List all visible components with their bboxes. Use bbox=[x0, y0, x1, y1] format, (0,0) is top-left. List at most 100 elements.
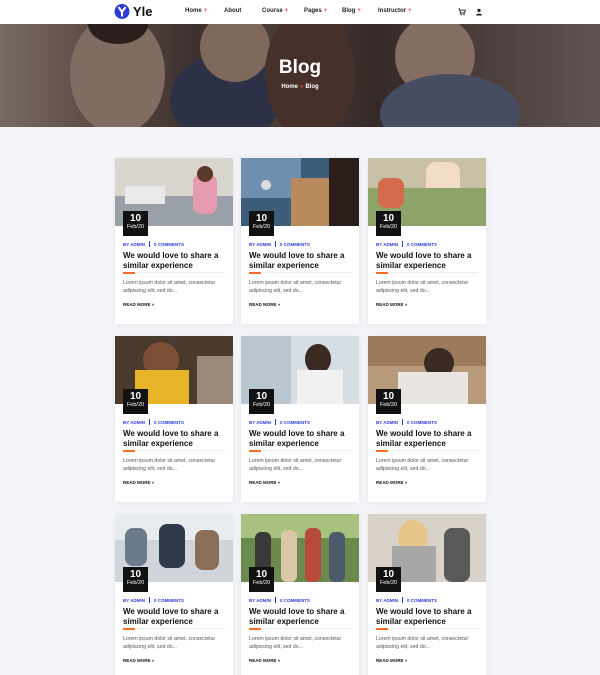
post-image bbox=[305, 528, 321, 582]
user-icon[interactable] bbox=[475, 8, 483, 16]
date-month: Feb/20 bbox=[252, 402, 271, 408]
title-accent bbox=[376, 272, 388, 274]
post-comments[interactable]: 0 COMMENTS bbox=[407, 420, 437, 425]
plus-icon: + bbox=[284, 8, 289, 14]
title-accent bbox=[249, 450, 261, 452]
read-more-link[interactable]: READ MORE » bbox=[123, 658, 154, 663]
date-badge: 10 Feb/20 bbox=[123, 567, 148, 592]
post-image bbox=[329, 158, 359, 226]
post-excerpt: Lorem ipsum dolor sit amet, consectetur … bbox=[376, 636, 469, 650]
post-image bbox=[329, 532, 345, 582]
post-meta: BY ADMIN 0 COMMENTS bbox=[123, 241, 184, 247]
post-author[interactable]: BY ADMIN bbox=[123, 598, 145, 603]
logo[interactable]: Yle bbox=[114, 3, 153, 20]
blog-card: 10 Feb/20 BY ADMIN 0 COMMENTS We would lov… bbox=[115, 336, 233, 502]
post-comments[interactable]: 0 COMMENTS bbox=[407, 598, 437, 603]
date-month: Feb/20 bbox=[126, 580, 145, 586]
post-comments[interactable]: 0 COMMENTS bbox=[280, 242, 310, 247]
nav-blog[interactable]: Blog + bbox=[342, 8, 361, 14]
breadcrumb-current: Blog bbox=[305, 84, 319, 90]
date-month: Feb/20 bbox=[252, 224, 271, 230]
post-author[interactable]: BY ADMIN bbox=[123, 242, 145, 247]
date-badge: 10 Feb/20 bbox=[123, 389, 148, 414]
post-image bbox=[444, 528, 470, 582]
date-badge: 10 Feb/20 bbox=[249, 567, 274, 592]
post-comments[interactable]: 0 COMMENTS bbox=[407, 242, 437, 247]
meta-divider bbox=[149, 241, 151, 247]
post-author[interactable]: BY ADMIN bbox=[123, 420, 145, 425]
date-day: 10 bbox=[129, 569, 142, 580]
post-image bbox=[195, 530, 219, 570]
post-comments[interactable]: 0 COMMENTS bbox=[154, 598, 184, 603]
post-image bbox=[125, 186, 165, 204]
post-excerpt: Lorem ipsum dolor sit amet, consectetur … bbox=[123, 636, 216, 650]
title-accent bbox=[123, 450, 135, 452]
date-day: 10 bbox=[129, 213, 142, 224]
nav-pages[interactable]: Pages + bbox=[304, 8, 327, 14]
post-title[interactable]: We would love to share a similar experie… bbox=[123, 607, 225, 626]
post-title[interactable]: We would love to share a similar experie… bbox=[249, 251, 351, 270]
post-title[interactable]: We would love to share a similar experie… bbox=[249, 429, 351, 448]
read-more-link[interactable]: READ MORE » bbox=[249, 302, 280, 307]
date-month: Feb/20 bbox=[126, 402, 145, 408]
blog-card: 10 Feb/20 BY ADMIN 0 COMMENTS We would lov… bbox=[241, 336, 359, 502]
post-comments[interactable]: 0 COMMENTS bbox=[154, 420, 184, 425]
post-meta: BY ADMIN 0 COMMENTS bbox=[249, 241, 310, 247]
post-comments[interactable]: 0 COMMENTS bbox=[280, 420, 310, 425]
post-meta: BY ADMIN 0 COMMENTS bbox=[249, 419, 310, 425]
divider bbox=[137, 450, 225, 451]
read-more-link[interactable]: READ MORE » bbox=[376, 658, 407, 663]
plus-icon: + bbox=[357, 8, 361, 14]
divider bbox=[137, 628, 225, 629]
post-comments[interactable]: 0 COMMENTS bbox=[154, 242, 184, 247]
read-more-link[interactable]: READ MORE » bbox=[249, 480, 280, 485]
blog-card: 10 Feb/20 BY ADMIN 0 COMMENTS We would lov… bbox=[368, 158, 486, 324]
post-image bbox=[159, 524, 185, 568]
post-author[interactable]: BY ADMIN bbox=[249, 598, 271, 603]
post-image bbox=[197, 356, 233, 404]
post-author[interactable]: BY ADMIN bbox=[376, 420, 398, 425]
post-meta: BY ADMIN 0 COMMENTS bbox=[249, 597, 310, 603]
post-author[interactable]: BY ADMIN bbox=[249, 242, 271, 247]
nav-home[interactable]: Home + bbox=[185, 8, 207, 14]
date-month: Feb/20 bbox=[379, 402, 398, 408]
read-more-link[interactable]: READ MORE » bbox=[376, 480, 407, 485]
post-image bbox=[291, 178, 331, 226]
cart-icon[interactable] bbox=[458, 8, 466, 16]
post-image bbox=[125, 528, 147, 566]
title-accent bbox=[123, 272, 135, 274]
date-badge: 10 Feb/20 bbox=[123, 211, 148, 236]
date-day: 10 bbox=[255, 569, 268, 580]
breadcrumb-home[interactable]: Home bbox=[281, 84, 298, 90]
post-comments[interactable]: 0 COMMENTS bbox=[280, 598, 310, 603]
date-badge: 10 Feb/20 bbox=[249, 211, 274, 236]
nav-course[interactable]: Course + bbox=[262, 8, 288, 14]
nav-home-label: Home bbox=[185, 8, 202, 14]
nav-about[interactable]: About bbox=[224, 8, 241, 14]
read-more-link[interactable]: READ MORE » bbox=[123, 480, 154, 485]
date-day: 10 bbox=[382, 569, 395, 580]
post-author[interactable]: BY ADMIN bbox=[376, 598, 398, 603]
post-excerpt: Lorem ipsum dolor sit amet, consectetur … bbox=[249, 280, 342, 294]
post-meta: BY ADMIN 0 COMMENTS bbox=[376, 419, 437, 425]
post-author[interactable]: BY ADMIN bbox=[376, 242, 398, 247]
read-more-link[interactable]: READ MORE » bbox=[249, 658, 280, 663]
site-header: Yle Home + About Course + Pages + Blog + Ins… bbox=[0, 0, 600, 24]
read-more-link[interactable]: READ MORE » bbox=[123, 302, 154, 307]
post-title[interactable]: We would love to share a similar experie… bbox=[123, 251, 225, 270]
post-meta: BY ADMIN 0 COMMENTS bbox=[376, 241, 437, 247]
post-meta: BY ADMIN 0 COMMENTS bbox=[123, 597, 184, 603]
read-more-link[interactable]: READ MORE » bbox=[376, 302, 407, 307]
post-title[interactable]: We would love to share a similar experie… bbox=[376, 429, 478, 448]
nav-instructor[interactable]: Instructor + bbox=[378, 8, 412, 14]
post-title[interactable]: We would love to share a similar experie… bbox=[249, 607, 351, 626]
post-excerpt: Lorem ipsum dolor sit amet, consectetur … bbox=[376, 280, 469, 294]
post-image bbox=[261, 180, 271, 190]
post-title[interactable]: We would love to share a similar experie… bbox=[376, 607, 478, 626]
post-author[interactable]: BY ADMIN bbox=[249, 420, 271, 425]
post-image bbox=[197, 166, 213, 182]
post-title[interactable]: We would love to share a similar experie… bbox=[376, 251, 478, 270]
date-month: Feb/20 bbox=[379, 580, 398, 586]
post-title[interactable]: We would love to share a similar experie… bbox=[123, 429, 225, 448]
post-excerpt: Lorem ipsum dolor sit amet, consectetur … bbox=[249, 458, 342, 472]
